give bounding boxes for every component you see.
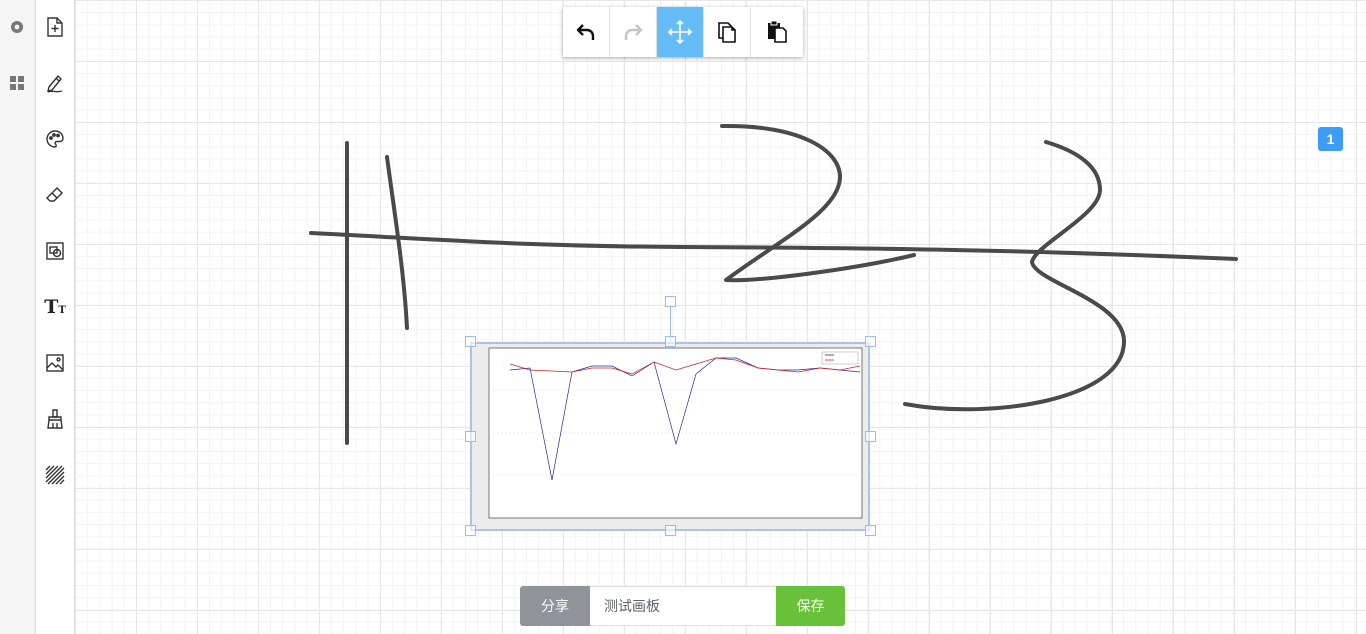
page-number-badge[interactable]: 1 xyxy=(1318,127,1343,151)
undo-icon xyxy=(576,24,595,40)
add-page-icon[interactable] xyxy=(44,16,66,38)
image-icon[interactable] xyxy=(44,352,66,374)
share-button[interactable]: 分享 xyxy=(520,586,590,626)
rotate-handle[interactable] xyxy=(665,296,676,307)
redo-button[interactable] xyxy=(610,7,657,57)
resize-handle-top-left[interactable] xyxy=(465,336,476,347)
clear-brush-icon[interactable] xyxy=(44,408,66,430)
paste-button[interactable] xyxy=(751,7,802,57)
drawing-canvas[interactable] xyxy=(75,0,1366,634)
copy-button[interactable] xyxy=(704,7,751,57)
copy-icon xyxy=(718,22,736,43)
pen-icon[interactable] xyxy=(44,72,66,94)
left-rail xyxy=(0,0,36,634)
resize-handle-top-right[interactable] xyxy=(865,336,876,347)
grid-icon[interactable] xyxy=(8,74,26,92)
tool-panel: TT xyxy=(36,0,75,634)
paste-icon xyxy=(767,20,787,43)
resize-handle-left[interactable] xyxy=(465,431,476,442)
text-tool-icon[interactable]: TT xyxy=(44,296,66,318)
move-icon xyxy=(667,19,693,45)
palette-icon[interactable] xyxy=(44,128,66,150)
text-tool-sub: T xyxy=(58,304,66,316)
resize-handle-bottom[interactable] xyxy=(665,525,676,536)
board-name-input[interactable] xyxy=(590,586,776,626)
resize-handle-bottom-left[interactable] xyxy=(465,525,476,536)
resize-handle-bottom-right[interactable] xyxy=(865,525,876,536)
embedded-chart-image xyxy=(472,344,868,529)
text-tool-label: T xyxy=(44,295,59,318)
hatch-pattern-icon[interactable] xyxy=(44,464,66,486)
selected-image[interactable] xyxy=(470,342,870,531)
shape-icon[interactable] xyxy=(44,240,66,262)
resize-handle-right[interactable] xyxy=(865,431,876,442)
eraser-icon[interactable] xyxy=(44,184,66,206)
image-frame xyxy=(470,342,870,531)
save-button[interactable]: 保存 xyxy=(776,586,845,626)
resize-handle-top[interactable] xyxy=(665,336,676,347)
redo-icon xyxy=(624,24,643,40)
move-button[interactable] xyxy=(657,7,704,57)
bottom-bar: 分享 保存 xyxy=(520,586,845,626)
settings-icon[interactable] xyxy=(8,18,26,36)
undo-button[interactable] xyxy=(563,7,610,57)
edit-toolbar xyxy=(563,7,803,57)
